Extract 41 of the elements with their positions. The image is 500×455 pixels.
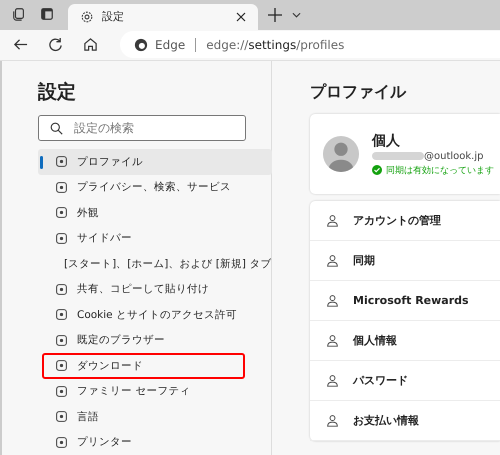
settings-row[interactable]: Microsoft Rewards bbox=[310, 281, 500, 321]
email-text: @outlook.jp bbox=[424, 150, 484, 162]
sidebar-title: 設定 bbox=[38, 80, 77, 105]
sidebar-item[interactable]: サイドバー bbox=[38, 226, 272, 251]
site-label: Edge bbox=[155, 38, 186, 52]
sidebar-item[interactable]: 共有、コピーして貼り付け bbox=[38, 276, 272, 302]
check-circle-icon bbox=[372, 165, 382, 175]
sidebar-item[interactable]: 外観 bbox=[38, 200, 272, 226]
workspaces-icon[interactable] bbox=[12, 6, 26, 21]
settings-icon bbox=[80, 10, 94, 24]
settings-row[interactable]: 個人情報 bbox=[310, 321, 500, 361]
sidebar-item[interactable]: プロファイル bbox=[38, 149, 272, 174]
person-icon bbox=[326, 214, 339, 227]
address-bar[interactable]: Edge edge://settings/profiles bbox=[120, 31, 500, 58]
settings-row[interactable]: パスワード bbox=[310, 361, 500, 401]
browser-tab[interactable]: 設定 bbox=[68, 4, 258, 30]
sidebar-item[interactable]: ファミリー セーフティ bbox=[38, 378, 272, 404]
search-field[interactable]: 設定の検索 bbox=[38, 115, 246, 141]
sidebar-item[interactable]: ダウンロード bbox=[42, 353, 245, 378]
profile-name: 個人 bbox=[372, 132, 401, 150]
sidebar-item[interactable]: Cookie とサイトのアクセス許可 bbox=[38, 302, 272, 328]
page-title: プロファイル bbox=[310, 82, 408, 103]
sync-status: 同期は有効になっています bbox=[386, 164, 494, 176]
settings-row[interactable]: アカウントの管理 bbox=[310, 201, 500, 241]
settings-row[interactable]: 同期 bbox=[310, 241, 500, 281]
back-icon[interactable] bbox=[13, 37, 28, 52]
sidebar-item[interactable]: プライバシー、検索、サービス bbox=[38, 174, 272, 200]
sidebar-item[interactable]: プリンター bbox=[38, 430, 272, 455]
chevron-down-icon[interactable] bbox=[292, 12, 301, 18]
home-icon[interactable] bbox=[83, 37, 98, 52]
settings-row[interactable]: お支払い情報 bbox=[310, 401, 500, 441]
refresh-icon[interactable] bbox=[48, 37, 63, 52]
close-icon[interactable] bbox=[236, 12, 246, 22]
blurred-text bbox=[372, 152, 424, 160]
avatar-icon bbox=[322, 135, 360, 173]
sidebar-item[interactable]: 言語 bbox=[38, 404, 272, 430]
vertical-tabs-icon[interactable] bbox=[40, 6, 54, 21]
sidebar-item[interactable]: [スタート]、[ホーム]、および [新規] タブ bbox=[38, 251, 272, 276]
sidebar-item[interactable]: 既定のブラウザー bbox=[38, 328, 272, 353]
new-tab-icon[interactable] bbox=[268, 8, 282, 22]
url-text: edge://settings/profiles bbox=[206, 38, 344, 52]
